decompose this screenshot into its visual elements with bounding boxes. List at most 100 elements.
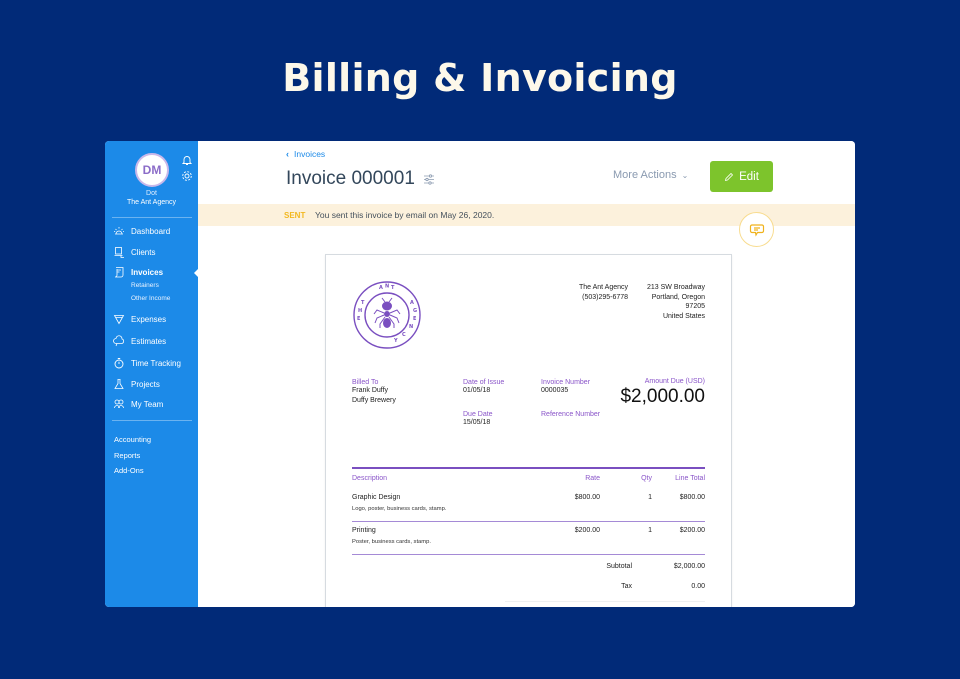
clients-icon: [114, 247, 124, 258]
sidebar-item-reports[interactable]: Reports: [114, 451, 140, 460]
col-qty: Qty: [641, 475, 652, 482]
tax-value: 0.00: [691, 583, 705, 590]
billed-to: Billed To Frank Duffy Duffy Brewery: [352, 379, 396, 405]
expenses-icon: [113, 315, 125, 325]
bell-icon[interactable]: [181, 154, 193, 166]
sidebar-item-label: Dashboard: [131, 226, 171, 236]
amount-due: Amount Due (USD) $2,000.00: [620, 378, 705, 408]
invoice-number-label: Invoice Number: [541, 379, 591, 386]
edit-label: Edit: [739, 170, 759, 183]
chevron-down-icon: ⌄: [681, 170, 689, 180]
sidebar-subitem-other-income[interactable]: Other Income: [131, 295, 170, 302]
svg-text:E: E: [357, 316, 361, 322]
date-of-issue-value: 01/05/18: [463, 387, 491, 394]
item-total: $800.00: [679, 494, 705, 501]
chevron-left-icon: ‹: [286, 149, 289, 159]
svg-text:T: T: [361, 300, 365, 306]
sidebar-item-label: Time Tracking: [131, 358, 181, 368]
svg-text:T: T: [391, 285, 395, 291]
item-name: Graphic Design: [352, 494, 401, 501]
avatar[interactable]: DM: [135, 153, 169, 187]
more-actions-dropdown[interactable]: More Actions ⌄: [613, 169, 688, 181]
edit-button[interactable]: Edit: [710, 161, 773, 192]
sidebar-item-dashboard[interactable]: Dashboard: [113, 224, 170, 238]
address-line: United States: [662, 312, 705, 320]
gear-icon[interactable]: [181, 170, 193, 182]
sidebar-item-time-tracking[interactable]: Time Tracking: [113, 356, 181, 370]
sidebar-item-label: Invoices: [131, 267, 164, 277]
tax-label: Tax: [621, 583, 632, 590]
company-phone: (503)295-6778: [582, 293, 629, 301]
time-tracking-icon: [114, 358, 124, 369]
user-name: Dot: [146, 190, 157, 197]
status-message: You sent this invoice by email on May 26…: [315, 210, 495, 220]
sidebar: DM Dot The Ant Agency Dashboard Clients …: [105, 141, 198, 607]
col-rate: Rate: [585, 475, 600, 482]
projects-icon: [114, 379, 124, 389]
due-date-value: 15/05/18: [463, 419, 491, 426]
reference-number-label: Reference Number: [541, 411, 601, 418]
dashboard-icon: [114, 227, 124, 235]
subtotal-label: Subtotal: [606, 563, 632, 570]
invoice-number: Invoice Number 0000035: [541, 379, 590, 396]
sidebar-item-label: Projects: [131, 379, 160, 389]
sliders-icon[interactable]: [423, 173, 435, 185]
sidebar-item-projects[interactable]: Projects: [113, 377, 160, 391]
invoice-title-text: Invoice 000001: [286, 168, 415, 189]
svg-text:H: H: [358, 308, 362, 314]
sidebar-item-invoices[interactable]: Invoices: [113, 265, 163, 279]
due-date-label: Due Date: [463, 411, 493, 418]
reference-number: Reference Number: [541, 411, 600, 418]
svg-text:G: G: [413, 308, 417, 314]
svg-text:N: N: [409, 324, 413, 330]
sidebar-item-add-ons[interactable]: Add-Ons: [114, 466, 144, 475]
address-line: 213 SW Broadway: [647, 284, 705, 291]
page-title: Invoice 000001: [286, 168, 435, 190]
page-headline: Billing & Invoicing: [282, 56, 678, 100]
breadcrumb-label: Invoices: [294, 149, 326, 159]
comment-button[interactable]: [739, 212, 774, 247]
item-qty: 1: [648, 494, 652, 501]
svg-text:A: A: [379, 285, 383, 291]
status-badge: SENT: [284, 210, 306, 220]
due-date: Due Date 15/05/18: [463, 411, 493, 428]
sidebar-divider: [112, 420, 192, 421]
item-name: Printing: [352, 527, 376, 534]
svg-text:E: E: [413, 316, 417, 322]
breadcrumb-invoices[interactable]: ‹ Invoices: [286, 149, 325, 159]
my-team-icon: [114, 399, 124, 409]
org-name: The Ant Agency: [126, 199, 177, 206]
comment-icon: [749, 223, 764, 237]
client-name: Frank Duffy: [352, 387, 389, 394]
col-description: Description: [352, 475, 388, 482]
company-info: The Ant Agency (503)295-6778: [579, 283, 628, 302]
row-divider: [352, 554, 705, 555]
col-line-total: Line Total: [675, 475, 705, 482]
item-details: Logo, poster, business cards, stamp.: [352, 506, 447, 512]
svg-text:C: C: [402, 332, 406, 338]
tax-row: Tax 0.00: [505, 583, 705, 603]
item-rate: $200.00: [574, 527, 600, 534]
company-address: 213 SW Broadway Portland, Oregon 97205 U…: [647, 283, 705, 321]
sidebar-item-label: Clients: [131, 247, 156, 257]
sidebar-item-estimates[interactable]: Estimates: [113, 334, 166, 348]
company-name: The Ant Agency: [579, 284, 629, 291]
item-details: Poster, business cards, stamp.: [352, 539, 431, 545]
sidebar-subitem-retainers[interactable]: Retainers: [131, 282, 159, 289]
date-of-issue: Date of Issue 01/05/18: [463, 379, 504, 396]
table-header: Description Rate Qty Line Total: [352, 469, 705, 489]
more-actions-label: More Actions: [613, 169, 677, 181]
item-rate: $800.00: [574, 494, 600, 501]
subtotal-row: Subtotal $2,000.00: [505, 563, 705, 583]
item-qty: 1: [648, 527, 652, 534]
invoice-number-value: 0000035: [541, 387, 569, 394]
table-row: Printing Poster, business cards, stamp. …: [352, 522, 705, 554]
sidebar-item-clients[interactable]: Clients: [113, 245, 155, 259]
sidebar-item-accounting[interactable]: Accounting: [114, 435, 151, 444]
line-items-table: Description Rate Qty Line Total Graphic …: [352, 467, 705, 555]
table-row: Graphic Design Logo, poster, business ca…: [352, 489, 705, 521]
estimates-icon: [113, 335, 125, 347]
item-total: $200.00: [679, 527, 705, 534]
sidebar-item-expenses[interactable]: Expenses: [113, 312, 166, 326]
sidebar-item-my-team[interactable]: My Team: [113, 397, 163, 411]
